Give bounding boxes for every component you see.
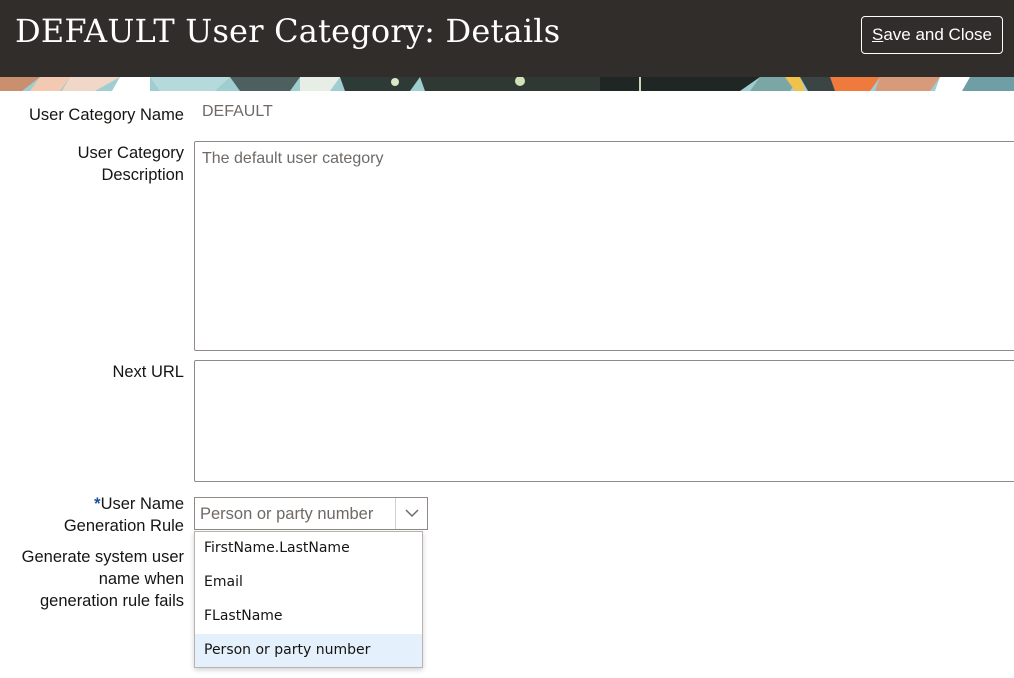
option-flastname[interactable]: FLastName: [195, 600, 422, 633]
user-category-name-label: User Category Name: [29, 106, 184, 124]
fallback-label-line1: Generate system user: [21, 548, 184, 566]
description-label-line2: Description: [101, 166, 184, 184]
generation-rule-dropdown-list: FirstName.LastName Email FLastName Perso…: [194, 531, 423, 668]
rule-label-line1: User Name: [100, 495, 184, 513]
page-header: DEFAULT User Category: Details Save and …: [0, 0, 1014, 77]
next-url-label: Next URL: [112, 363, 184, 381]
option-email[interactable]: Email: [195, 566, 422, 599]
next-url-field[interactable]: [194, 360, 1014, 482]
option-firstname-lastname[interactable]: FirstName.LastName: [195, 532, 422, 565]
chevron-down-icon[interactable]: [395, 498, 428, 529]
select-current-value: Person or party number: [200, 505, 374, 523]
user-category-name-value: DEFAULT: [202, 103, 273, 120]
user-name-generation-rule-label: *User Name Generation Rule: [64, 493, 184, 537]
page-title: DEFAULT User Category: Details: [15, 12, 561, 50]
user-category-description-field[interactable]: The default user category: [194, 141, 1014, 351]
save-and-close-label: ave and Close: [883, 25, 993, 44]
user-name-generation-rule-select[interactable]: Person or party number: [194, 497, 428, 530]
rule-label-line2: Generation Rule: [63, 517, 184, 535]
description-label-line1: User Category: [77, 144, 184, 162]
user-category-description-label: User Category Description: [78, 142, 184, 186]
decorative-banner: [0, 77, 1014, 91]
fallback-label-line3: generation rule fails: [39, 592, 184, 610]
generate-system-user-name-label: Generate system user name when generatio…: [22, 546, 184, 612]
save-and-close-mnemonic: S: [871, 25, 884, 44]
save-and-close-button[interactable]: Save and Close: [861, 16, 1003, 54]
fallback-label-line2: name when: [98, 570, 184, 588]
option-person-or-party-number[interactable]: Person or party number: [195, 634, 422, 667]
